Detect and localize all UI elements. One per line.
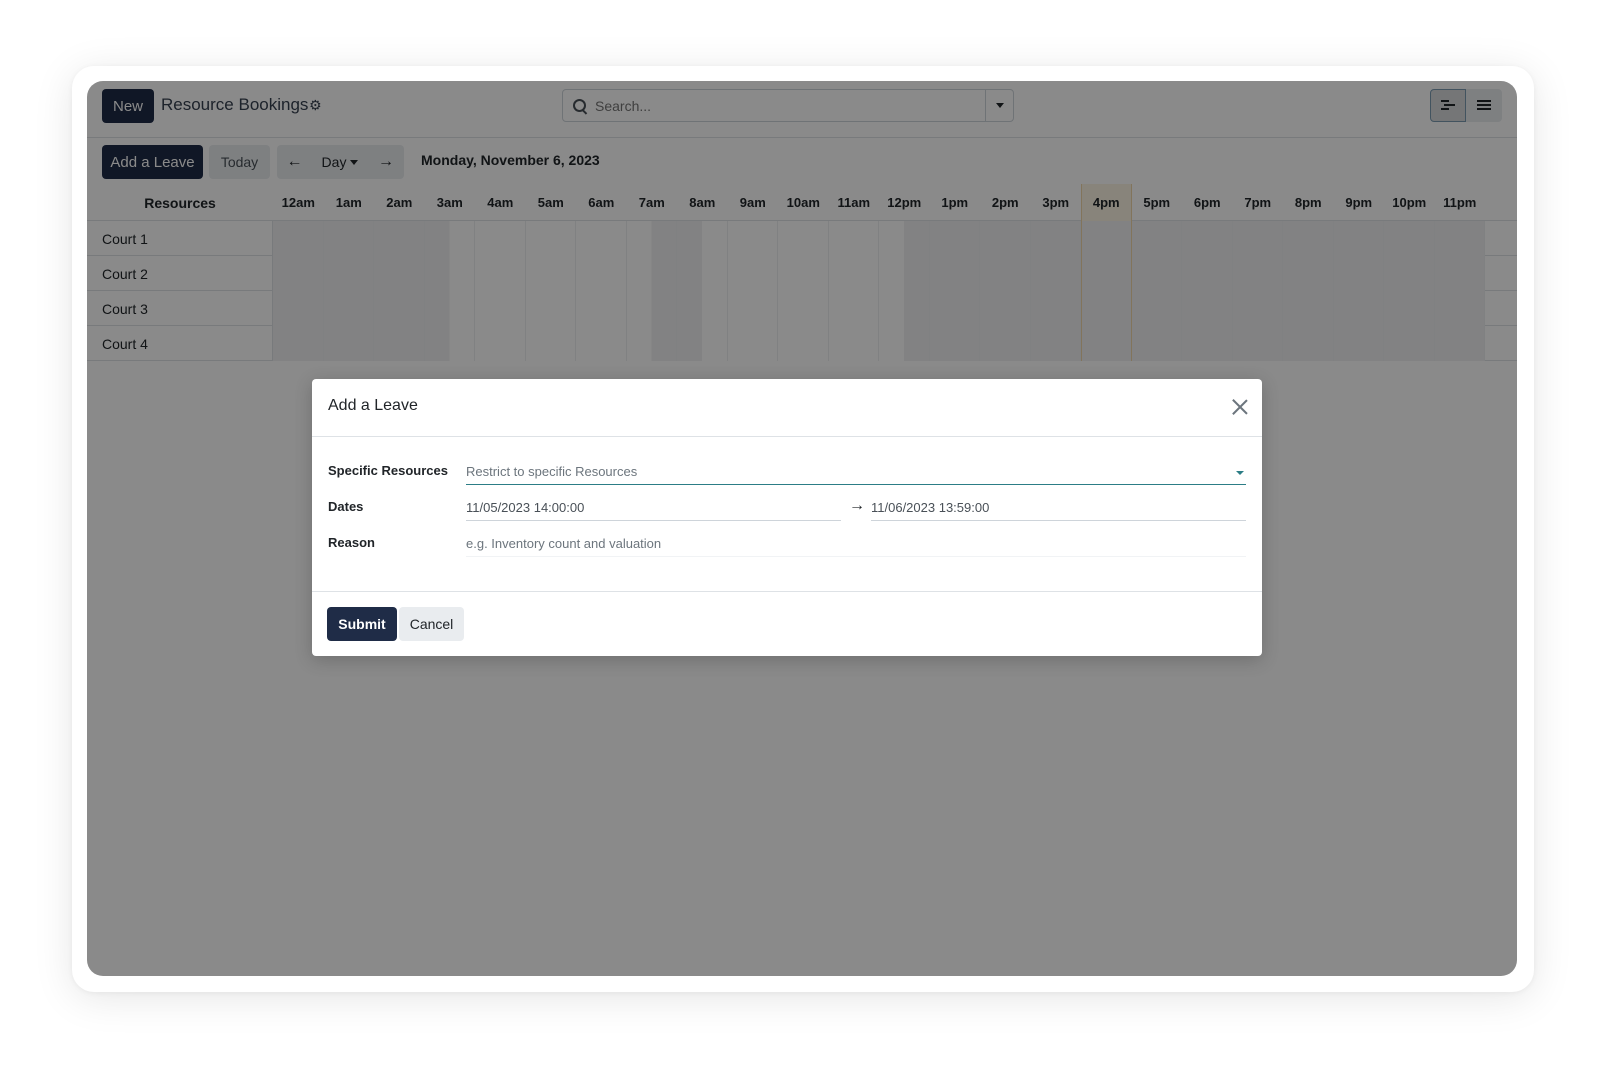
app-window: New Resource Bookings ⚙ Search... Add a … <box>87 81 1517 976</box>
cancel-button[interactable]: Cancel <box>399 607 464 641</box>
caret-down-icon <box>1236 471 1244 475</box>
reason-label: Reason <box>328 535 375 550</box>
arrow-right-icon: → <box>849 497 865 514</box>
date-start-value: 11/05/2023 14:00:00 <box>466 500 585 515</box>
date-end-value: 11/06/2023 13:59:00 <box>871 500 990 515</box>
close-icon[interactable] <box>1232 399 1248 415</box>
date-end-field[interactable]: 11/06/2023 13:59:00 <box>871 495 1246 521</box>
submit-button[interactable]: Submit <box>327 607 397 641</box>
date-start-field[interactable]: 11/05/2023 14:00:00 <box>466 495 841 521</box>
dialog-header: Add a Leave <box>312 379 1262 437</box>
dialog-body: Specific Resources Restrict to specific … <box>312 437 1262 592</box>
specific-resources-label: Specific Resources <box>328 463 448 478</box>
reason-field[interactable]: e.g. Inventory count and valuation <box>466 531 1246 557</box>
reason-placeholder: e.g. Inventory count and valuation <box>466 536 662 551</box>
specific-resources-field[interactable]: Restrict to specific Resources <box>466 459 1246 485</box>
dialog-footer: Submit Cancel <box>312 592 1262 655</box>
dates-label: Dates <box>328 499 364 514</box>
dialog-title: Add a Leave <box>328 397 418 414</box>
add-leave-dialog: Add a Leave Specific Resources Restrict … <box>312 379 1262 656</box>
specific-resources-placeholder: Restrict to specific Resources <box>466 464 638 479</box>
